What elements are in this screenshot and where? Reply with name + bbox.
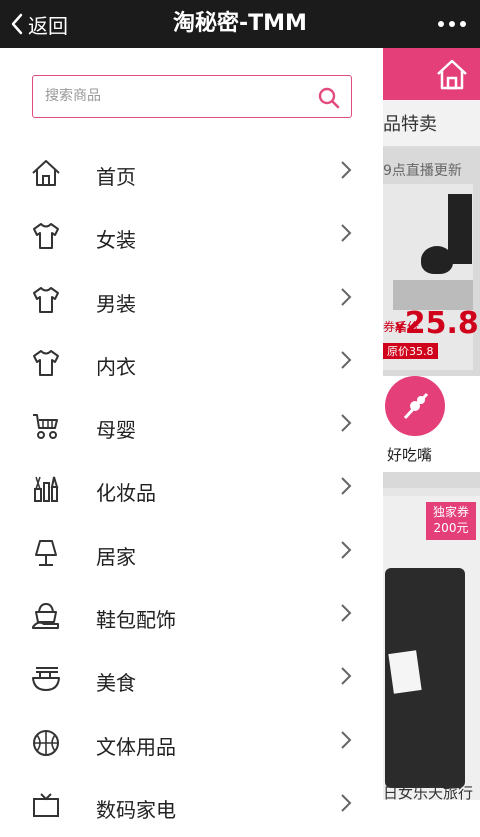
- home-icon[interactable]: [434, 56, 470, 92]
- menu-item-label: 文体用品: [96, 734, 176, 759]
- chevron-right-icon: [341, 541, 352, 559]
- chevron-right-icon: [341, 604, 352, 622]
- search-input[interactable]: [45, 84, 305, 108]
- menu-item-home[interactable]: 首页: [0, 141, 383, 204]
- menu-item-label: 鞋包配饰: [96, 608, 176, 633]
- stroller-icon: [33, 414, 58, 440]
- chevron-right-icon: [341, 667, 352, 686]
- menu-item-cosmetics[interactable]: 化妆品: [0, 457, 383, 520]
- menu-item-womens[interactable]: 女装: [0, 204, 383, 267]
- section-title-bar: 品特卖: [383, 100, 480, 147]
- chevron-right-icon: [341, 414, 352, 432]
- chevron-right-icon: [341, 351, 352, 369]
- chevron-right-icon: [341, 224, 352, 243]
- menu-item-label: 美食: [96, 671, 136, 696]
- shirt-icon: [33, 286, 59, 313]
- chevron-right-icon: [341, 287, 352, 306]
- menu-item-label: 内衣: [96, 354, 136, 379]
- divider: [383, 488, 480, 496]
- menu-item-label: 居家: [96, 544, 136, 569]
- more-dot-icon: [449, 21, 455, 27]
- section-title: 品特卖: [383, 114, 437, 135]
- page-title: 淘秘密-TMM: [173, 11, 307, 36]
- product-tag: [388, 650, 422, 694]
- more-dot-icon: [460, 21, 466, 27]
- more-button[interactable]: [438, 0, 466, 48]
- background-header: [383, 48, 480, 100]
- background-page: 品特卖 9点直播更新 券后价 ¥25.8 原价35.8 好吃嘴 独家券 200元…: [383, 48, 480, 800]
- search-box: [32, 75, 352, 118]
- chevron-right-icon: [341, 477, 352, 496]
- product-card[interactable]: 券后价 ¥25.8 原价35.8: [383, 184, 479, 370]
- menu-item-shoes-bags[interactable]: 鞋包配饰: [0, 584, 383, 647]
- skewer-icon: [385, 376, 445, 436]
- coupon-badge: 独家券 200元: [426, 502, 476, 540]
- cosmetics-icon: [34, 477, 59, 503]
- menu-item-label: 化妆品: [96, 481, 156, 506]
- home-icon: [32, 160, 60, 186]
- ball-icon: [33, 729, 59, 756]
- menu-item-label: 母婴: [96, 418, 136, 443]
- menu-item-mother-baby[interactable]: 母婴: [0, 394, 383, 457]
- side-drawer: 首页 女装 男装 内衣 母婴 化妆品: [0, 48, 383, 822]
- search-icon[interactable]: [317, 86, 341, 110]
- shirt-icon: [33, 223, 59, 250]
- price-value: ¥25.8: [395, 306, 479, 341]
- menu-item-label: 女装: [96, 228, 136, 253]
- chevron-right-icon: [341, 730, 352, 749]
- menu-item-label: 男装: [96, 291, 136, 316]
- chevron-right-icon: [341, 161, 352, 179]
- product-card[interactable]: 独家券 200元: [383, 496, 480, 800]
- snack-label: 好吃嘴: [387, 446, 433, 464]
- menu-item-home-living[interactable]: 居家: [0, 521, 383, 584]
- menu-item-underwear[interactable]: 内衣: [0, 331, 383, 394]
- shoe-bag-icon: [32, 603, 59, 630]
- top-bar: 返回 淘秘密-TMM: [0, 0, 480, 48]
- category-menu: 首页 女装 男装 内衣 母婴 化妆品 居家 鞋包配饰 美食 文体用品 数码家电: [0, 141, 383, 837]
- menu-item-label: 数码家电: [96, 797, 176, 822]
- bowl-icon: [32, 667, 60, 692]
- product-image-bird: [421, 246, 453, 274]
- menu-item-sports-stationery[interactable]: 文体用品: [0, 711, 383, 774]
- product-caption: 日女乐天旅行: [383, 784, 474, 800]
- original-price: 原价35.8: [383, 343, 438, 359]
- menu-item-electronics[interactable]: 数码家电: [0, 774, 383, 837]
- tv-icon: [33, 793, 59, 817]
- chevron-right-icon: [341, 794, 352, 812]
- more-dot-icon: [438, 21, 444, 27]
- menu-item-label: 首页: [96, 165, 136, 189]
- menu-item-mens[interactable]: 男装: [0, 268, 383, 331]
- category-snack[interactable]: 好吃嘴: [383, 376, 480, 472]
- shirt-icon: [33, 349, 59, 376]
- lamp-icon: [35, 539, 57, 566]
- live-note: 9点直播更新: [383, 163, 462, 179]
- menu-item-food[interactable]: 美食: [0, 647, 383, 710]
